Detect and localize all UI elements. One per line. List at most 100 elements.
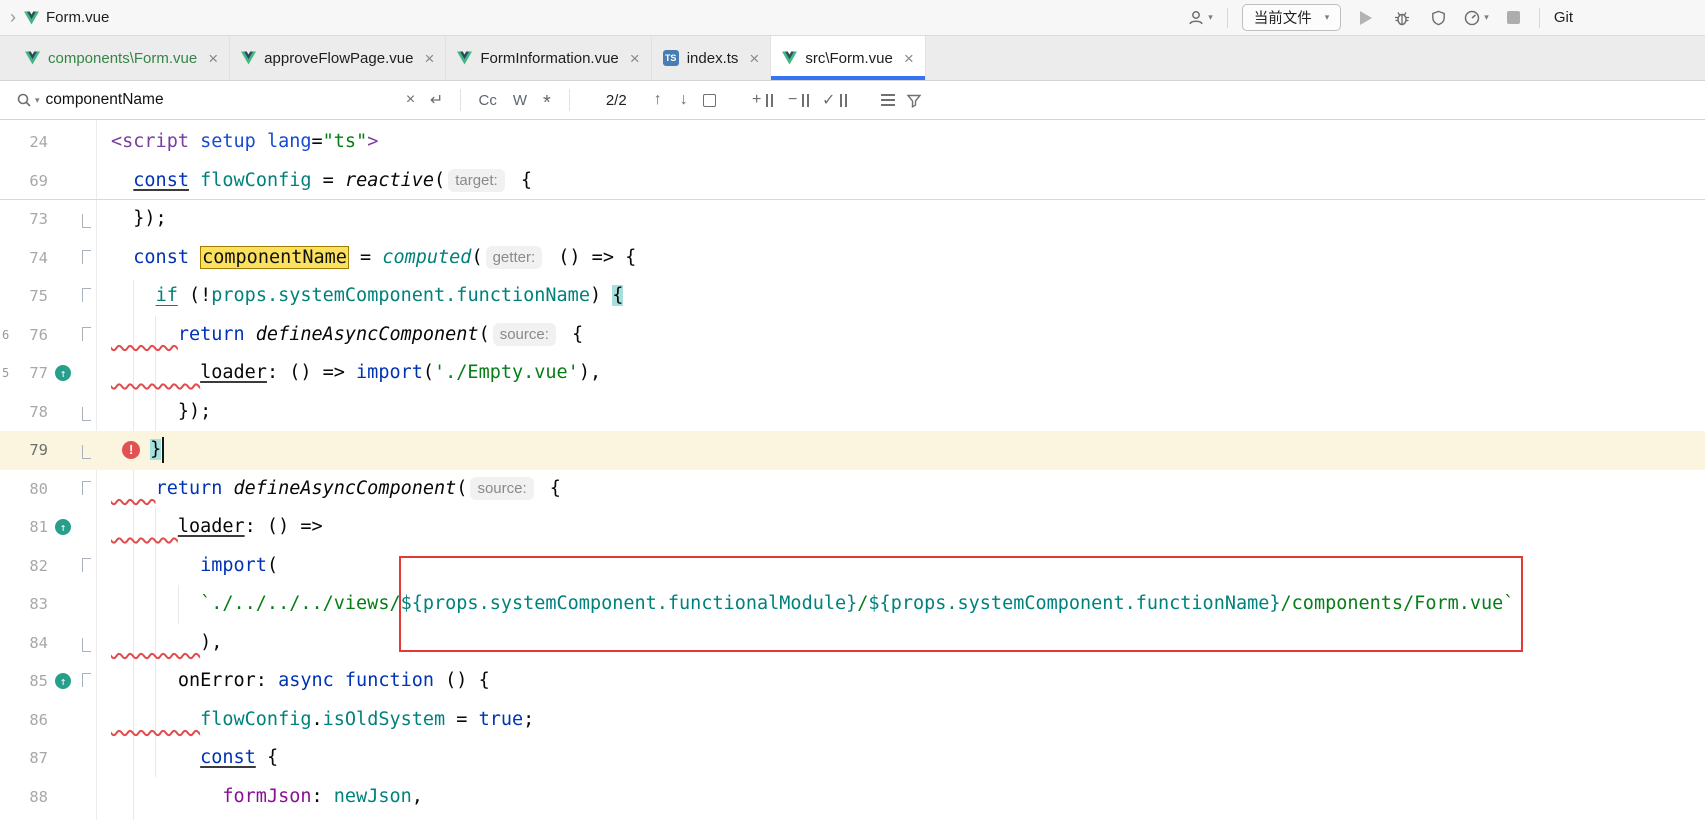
code-text[interactable]: }); xyxy=(96,200,167,239)
code-text[interactable]: const flowConfig = reactive(target: { xyxy=(96,162,532,200)
breadcrumb-chevron[interactable]: › xyxy=(10,7,16,28)
run-config-selector[interactable]: 当前文件 ▾ xyxy=(1242,4,1342,31)
fold-area xyxy=(76,354,96,393)
chevron-down-icon: ▾ xyxy=(1484,12,1489,23)
tab-index.ts[interactable]: TSindex.ts× xyxy=(652,36,772,80)
tab-label: components\Form.vue xyxy=(48,50,197,67)
code-text[interactable]: return defineAsyncComponent(source: { xyxy=(96,316,583,355)
open-in-find-window-button[interactable] xyxy=(697,87,723,113)
code-text[interactable]: !} xyxy=(96,431,164,470)
gutter-green-arrow-icon[interactable]: ↑ xyxy=(55,673,71,689)
code-text[interactable]: `./../../../views/${props.systemComponen… xyxy=(96,585,1514,624)
line-number: 83 xyxy=(16,585,50,624)
gutter-icon-area xyxy=(50,239,76,278)
git-menu[interactable]: Git xyxy=(1554,9,1573,26)
newline-icon[interactable]: ↵ xyxy=(424,87,450,113)
next-occurrence-button[interactable]: ↓ xyxy=(671,87,697,113)
search-options-icon[interactable] xyxy=(875,87,901,113)
run-button[interactable] xyxy=(1355,6,1377,30)
code-text[interactable]: return defineAsyncComponent(source: { xyxy=(96,470,561,509)
gutter-green-arrow-icon[interactable]: ↑ xyxy=(55,519,71,535)
editor[interactable]: 24<script setup lang="ts">69 const flowC… xyxy=(0,120,1705,820)
fold-marker[interactable] xyxy=(76,316,96,355)
fold-marker[interactable] xyxy=(76,470,96,509)
code-text[interactable]: loader: () => xyxy=(96,508,323,547)
breadcrumb-file-name[interactable]: Form.vue xyxy=(46,9,109,26)
code-text[interactable]: }); xyxy=(96,393,211,432)
whole-words-toggle[interactable]: W xyxy=(505,92,535,109)
fold-marker[interactable] xyxy=(76,662,96,701)
stop-button[interactable] xyxy=(1503,6,1525,30)
code-text[interactable]: onError: async function () { xyxy=(96,662,490,701)
edge-marker: 6 xyxy=(0,316,16,355)
fold-marker[interactable] xyxy=(76,277,96,316)
chevron-down-icon: ▾ xyxy=(35,95,40,106)
tab-components-Form.vue[interactable]: components\Form.vue × xyxy=(14,36,230,80)
coverage-button[interactable] xyxy=(1427,6,1449,30)
fold-area xyxy=(76,123,96,162)
code-text[interactable]: ), xyxy=(96,624,222,663)
code-line-73: 73 }); xyxy=(0,200,1705,239)
edge-marker xyxy=(0,431,16,470)
tab-approveFlowPage.vue[interactable]: approveFlowPage.vue× xyxy=(230,36,446,80)
filter-icon[interactable] xyxy=(901,87,927,113)
gutter-icon-area xyxy=(50,547,76,586)
code-text[interactable]: <script setup lang="ts"> xyxy=(96,123,378,162)
code-text[interactable]: const componentName = computed(getter: (… xyxy=(96,239,636,278)
tab-close-icon[interactable]: × xyxy=(749,50,759,67)
gutter-icon-area xyxy=(50,585,76,624)
code-text[interactable]: const { xyxy=(96,739,278,778)
line-number: 80 xyxy=(16,470,50,509)
debug-button[interactable] xyxy=(1391,6,1413,30)
fold-marker[interactable] xyxy=(76,200,96,239)
tab-close-icon[interactable]: × xyxy=(208,50,218,67)
edge-marker xyxy=(0,123,16,162)
code-line-84: 84 ), xyxy=(0,624,1705,663)
gutter-icon-area xyxy=(50,123,76,162)
fold-marker[interactable] xyxy=(76,547,96,586)
ide-window: › Form.vue ▾ 当前文件 ▾ ▾ xyxy=(0,0,1705,820)
tab-close-icon[interactable]: × xyxy=(424,50,434,67)
tab-close-icon[interactable]: × xyxy=(630,50,640,67)
search-input[interactable] xyxy=(46,91,398,109)
tab-close-icon[interactable]: × xyxy=(904,50,914,67)
fold-marker[interactable] xyxy=(76,239,96,278)
code-line-87: 87 const { xyxy=(0,739,1705,778)
match-case-toggle[interactable]: Cc xyxy=(471,92,505,109)
edge-marker xyxy=(0,277,16,316)
code-text[interactable]: flowConfig.isOldSystem = true; xyxy=(96,701,534,740)
line-number: 78 xyxy=(16,393,50,432)
inlay-hint: getter: xyxy=(486,246,543,269)
search-icon[interactable]: ▾ xyxy=(16,92,40,108)
code-text[interactable]: formJson: newJson, xyxy=(96,778,423,817)
code-text[interactable]: import( xyxy=(96,547,278,586)
line-number: 85 xyxy=(16,662,50,701)
previous-occurrence-button[interactable]: ↑ xyxy=(645,87,671,113)
regex-toggle[interactable]: * xyxy=(535,86,559,115)
clear-search-icon[interactable]: × xyxy=(398,87,424,113)
code-text[interactable]: if (!props.systemComponent.functionName)… xyxy=(96,277,623,316)
fold-marker[interactable] xyxy=(76,393,96,432)
add-selection-button[interactable]: + xyxy=(750,87,776,113)
tab-FormInformation.vue[interactable]: FormInformation.vue× xyxy=(446,36,651,80)
code-line-76: 676 return defineAsyncComponent(source: … xyxy=(0,316,1705,355)
edge-marker xyxy=(0,239,16,278)
profiler-button[interactable]: ▾ xyxy=(1463,6,1489,30)
code-line-78: 78 }); xyxy=(0,393,1705,432)
gutter-icon-area xyxy=(50,162,76,200)
line-number: 84 xyxy=(16,624,50,663)
edge-marker xyxy=(0,162,16,200)
gutter-green-arrow-icon[interactable]: ↑ xyxy=(55,365,71,381)
error-icon[interactable]: ! xyxy=(122,441,140,459)
divider xyxy=(460,89,461,111)
chevron-down-icon: ▾ xyxy=(1325,12,1330,23)
fold-marker[interactable] xyxy=(76,624,96,663)
select-all-occurrences-button[interactable]: ✓ xyxy=(822,87,848,113)
fold-area xyxy=(76,739,96,778)
fold-marker[interactable] xyxy=(76,431,96,470)
code-text[interactable]: loader: () => import('./Empty.vue'), xyxy=(96,354,601,393)
user-icon[interactable]: ▾ xyxy=(1187,6,1213,30)
tab-src-Form.vue[interactable]: src\Form.vue × xyxy=(771,36,925,80)
tab-label: src\Form.vue xyxy=(805,50,893,67)
remove-selection-button[interactable]: − xyxy=(786,87,812,113)
